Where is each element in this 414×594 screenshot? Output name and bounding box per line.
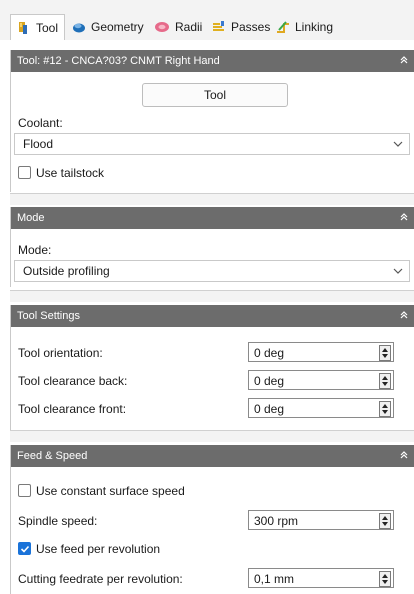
collapse-icon[interactable] xyxy=(398,309,410,321)
mode-value: Outside profiling xyxy=(23,264,110,278)
chevron-down-icon xyxy=(393,268,403,274)
section-title: Tool: #12 - CNCA?03? CNMT Right Hand xyxy=(17,55,220,67)
spin-up-icon[interactable] xyxy=(382,404,388,408)
field-value: 300 rpm xyxy=(254,514,299,528)
spinner-arrows[interactable] xyxy=(379,401,391,417)
cutting-feedrate-field[interactable]: 0,1 mm xyxy=(248,568,394,588)
section-title: Feed & Speed xyxy=(17,450,88,462)
section-separator xyxy=(10,193,414,205)
mode-label: Mode: xyxy=(18,243,52,257)
collapse-icon[interactable] xyxy=(398,449,410,461)
mode-dropdown[interactable]: Outside profiling xyxy=(14,260,410,282)
feed-per-revolution-checkbox[interactable] xyxy=(18,542,31,555)
tab-bar: Tool Geometry Radii Passes Linking xyxy=(0,0,414,40)
spin-up-icon[interactable] xyxy=(382,574,388,578)
spin-up-icon[interactable] xyxy=(382,516,388,520)
field-value: 0 deg xyxy=(254,402,285,416)
cutting-feedrate-label: Cutting feedrate per revolution: xyxy=(18,572,183,586)
radii-icon xyxy=(154,20,170,34)
spinner-arrows[interactable] xyxy=(379,373,391,389)
tab-label: Geometry xyxy=(91,20,144,34)
tool-clearance-front-field[interactable]: 0 deg xyxy=(248,398,394,418)
tab-passes[interactable]: Passes xyxy=(206,14,276,40)
mode-section-header[interactable]: Mode xyxy=(11,207,414,229)
field-value: 0 deg xyxy=(254,374,285,388)
select-tool-button[interactable]: Tool xyxy=(142,83,288,107)
spin-down-icon[interactable] xyxy=(382,522,388,526)
section-separator xyxy=(10,430,414,442)
collapse-icon[interactable] xyxy=(398,211,410,223)
geometry-icon xyxy=(72,20,86,34)
field-value: 0 deg xyxy=(254,346,285,360)
spinner-arrows[interactable] xyxy=(379,513,391,529)
use-tailstock-checkbox[interactable] xyxy=(18,166,31,179)
tool-settings-header[interactable]: Tool Settings xyxy=(11,305,414,327)
feed-per-revolution-label: Use feed per revolution xyxy=(36,542,161,556)
coolant-label: Coolant: xyxy=(18,116,63,130)
collapse-icon[interactable] xyxy=(398,54,410,66)
tab-tool[interactable]: Tool xyxy=(10,14,66,40)
tab-label: Linking xyxy=(295,20,334,34)
section-title: Mode xyxy=(17,212,45,224)
tab-radii[interactable]: Radii xyxy=(148,14,208,40)
spindle-speed-field[interactable]: 300 rpm xyxy=(248,510,394,530)
use-tailstock-label: Use tailstock xyxy=(36,166,105,180)
spindle-speed-label: Spindle speed: xyxy=(18,514,98,528)
passes-icon xyxy=(212,20,226,34)
tab-label: Passes xyxy=(231,20,271,34)
checkmark-icon xyxy=(20,545,30,553)
spin-up-icon[interactable] xyxy=(382,376,388,380)
spin-down-icon[interactable] xyxy=(382,354,388,358)
tool-section-header[interactable]: Tool: #12 - CNCA?03? CNMT Right Hand xyxy=(11,50,414,72)
tab-label: Radii xyxy=(175,20,203,34)
tab-geometry[interactable]: Geometry xyxy=(66,14,150,40)
tab-linking[interactable]: Linking xyxy=(270,14,339,40)
tool-clearance-back-label: Tool clearance back: xyxy=(18,374,128,388)
constant-surface-speed-label: Use constant surface speed xyxy=(36,484,185,498)
constant-surface-speed-checkbox[interactable] xyxy=(18,484,31,497)
spinner-arrows[interactable] xyxy=(379,345,391,361)
section-separator xyxy=(10,290,414,302)
tool-orientation-label: Tool orientation: xyxy=(18,346,103,360)
coolant-dropdown[interactable]: Flood xyxy=(14,133,410,155)
section-title: Tool Settings xyxy=(17,310,80,322)
tool-clearance-front-label: Tool clearance front: xyxy=(18,402,127,416)
spin-down-icon[interactable] xyxy=(382,410,388,414)
spin-down-icon[interactable] xyxy=(382,580,388,584)
tool-orientation-field[interactable]: 0 deg xyxy=(248,342,394,362)
chevron-down-icon xyxy=(393,141,403,147)
linking-icon xyxy=(276,20,290,34)
feed-speed-header[interactable]: Feed & Speed xyxy=(11,445,414,467)
spin-down-icon[interactable] xyxy=(382,382,388,386)
spin-up-icon[interactable] xyxy=(382,348,388,352)
field-value: 0,1 mm xyxy=(254,572,295,586)
tool-icon xyxy=(17,21,31,35)
coolant-value: Flood xyxy=(23,137,54,151)
spinner-arrows[interactable] xyxy=(379,571,391,587)
tool-clearance-back-field[interactable]: 0 deg xyxy=(248,370,394,390)
tab-label: Tool xyxy=(36,20,59,35)
